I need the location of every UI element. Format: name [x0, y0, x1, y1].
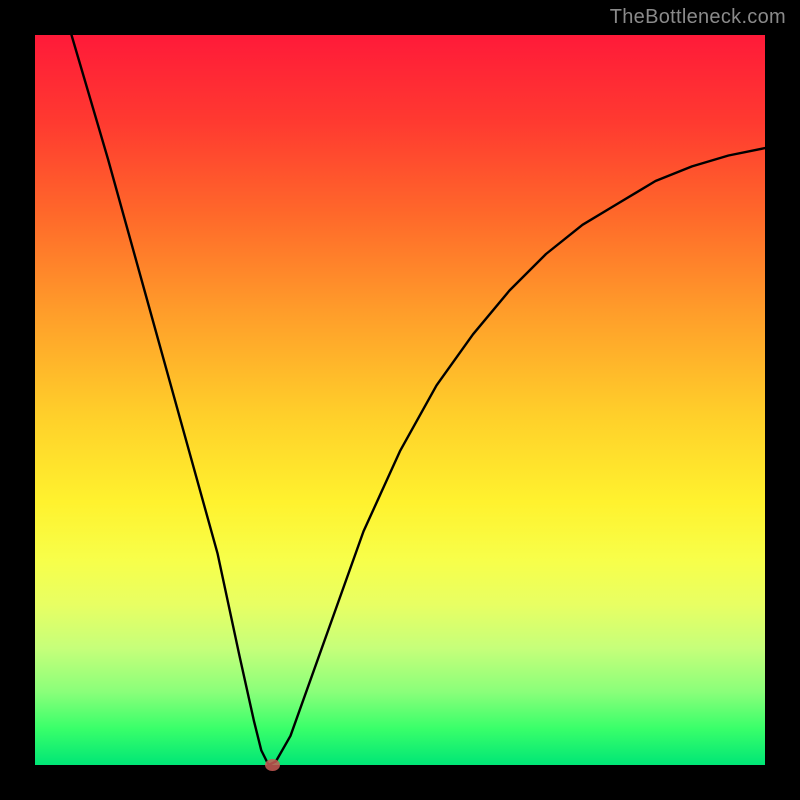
plot-area — [35, 35, 765, 765]
curve-svg — [35, 35, 765, 765]
chart-frame: TheBottleneck.com — [0, 0, 800, 800]
bottleneck-curve — [72, 35, 766, 765]
watermark-text: TheBottleneck.com — [610, 6, 786, 29]
optimum-marker — [265, 759, 280, 771]
